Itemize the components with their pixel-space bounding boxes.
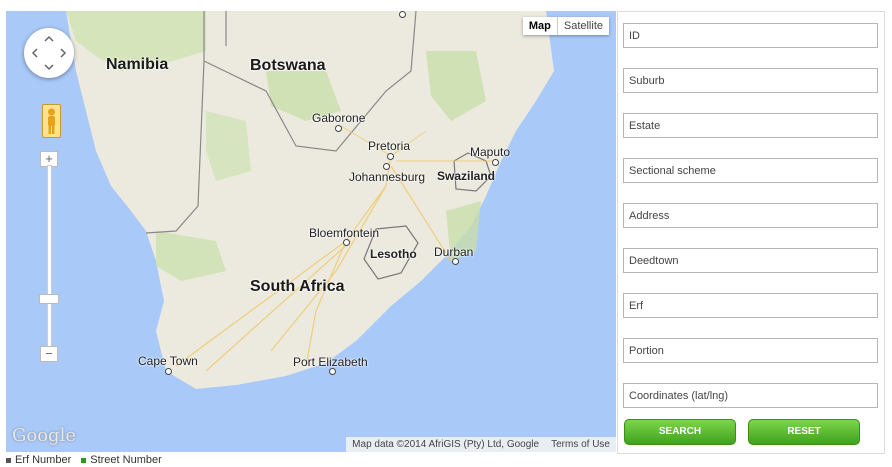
- map-attribution: Map data ©2014 AfriGIS (Pty) Ltd, Google…: [346, 437, 616, 452]
- city-dot: [335, 125, 342, 132]
- label-johannesburg: Johannesburg: [349, 170, 426, 184]
- zoom-out-button[interactable]: −: [40, 346, 58, 362]
- label-lesotho: Lesotho: [370, 247, 417, 261]
- zoom-slider-handle[interactable]: [39, 294, 59, 304]
- legend-item-erf: Erf Number: [6, 454, 71, 466]
- label-gaborone: Gaborone: [312, 111, 366, 125]
- map-view[interactable]: Namibia Botswana South Africa Swaziland …: [6, 11, 616, 452]
- google-logo: Google: [12, 425, 76, 446]
- portion-field[interactable]: [623, 338, 878, 363]
- attribution-text: Map data ©2014 AfriGIS (Pty) Ltd, Google: [352, 439, 540, 450]
- coordinates-field[interactable]: [623, 383, 878, 408]
- pan-arrows-icon: [31, 35, 67, 71]
- street-view-pegman-icon[interactable]: [42, 104, 61, 138]
- legend-label-street: Street Number: [90, 454, 162, 466]
- estate-field[interactable]: [623, 113, 878, 138]
- label-durban: Durban: [434, 245, 474, 259]
- pan-control[interactable]: [24, 28, 74, 78]
- label-port-elizabeth: Port Elizabeth: [293, 355, 368, 369]
- search-panel: SEARCH RESET: [617, 11, 885, 454]
- map-legend: Erf Number Street Number: [6, 454, 162, 466]
- label-bloemfontein: Bloemfontein: [309, 226, 380, 240]
- city-dot: [492, 159, 499, 166]
- map-type-control: Map Satellite: [522, 17, 609, 35]
- zoom-slider-track[interactable]: [47, 165, 52, 357]
- erf-field[interactable]: [623, 293, 878, 318]
- label-maputo: Maputo: [470, 145, 511, 159]
- zoom-control: + −: [39, 151, 59, 367]
- legend-swatch-erf: [6, 457, 11, 463]
- city-dot: [165, 368, 172, 375]
- city-dot: [383, 163, 390, 170]
- legend-label-erf: Erf Number: [15, 454, 72, 466]
- terms-of-use-link[interactable]: Terms of Use: [545, 437, 616, 452]
- city-dot: [387, 153, 394, 160]
- city-dot: [329, 368, 336, 375]
- city-dot: [343, 239, 350, 246]
- sectional-scheme-field[interactable]: [623, 158, 878, 183]
- map-type-map-button[interactable]: Map: [523, 17, 558, 35]
- city-dot: [399, 11, 406, 18]
- address-field[interactable]: [623, 203, 878, 228]
- label-botswana: Botswana: [250, 57, 326, 74]
- label-swaziland: Swaziland: [437, 169, 496, 183]
- city-dot: [452, 258, 459, 265]
- legend-item-street: Street Number: [81, 454, 162, 466]
- map-type-satellite-button[interactable]: Satellite: [558, 17, 609, 35]
- label-namibia: Namibia: [106, 56, 169, 73]
- label-cape-town: Cape Town: [138, 354, 198, 368]
- deedtown-field[interactable]: [623, 248, 878, 273]
- label-south-africa: South Africa: [250, 278, 345, 295]
- id-field[interactable]: [623, 23, 878, 48]
- search-button[interactable]: SEARCH: [624, 419, 736, 445]
- legend-swatch-street: [81, 457, 87, 463]
- label-pretoria: Pretoria: [368, 139, 411, 153]
- reset-button[interactable]: RESET: [748, 419, 860, 445]
- suburb-field[interactable]: [623, 68, 878, 93]
